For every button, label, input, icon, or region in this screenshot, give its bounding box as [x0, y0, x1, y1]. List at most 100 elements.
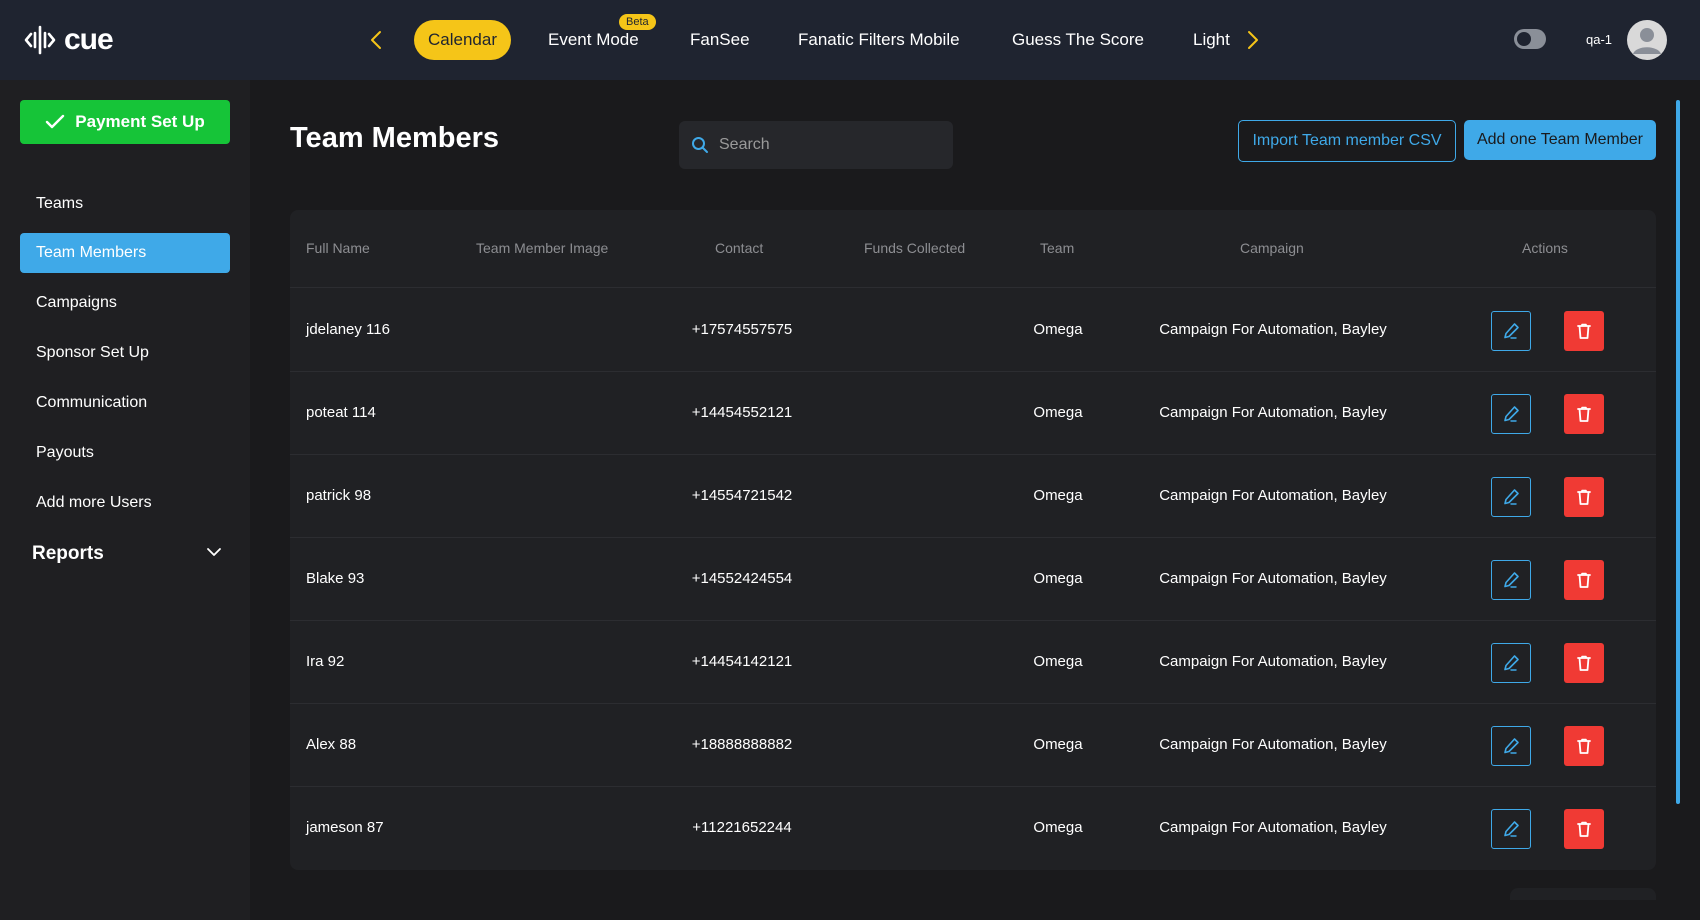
- edit-button[interactable]: [1491, 809, 1531, 849]
- sidebar-item-communication[interactable]: Communication: [20, 383, 230, 423]
- cell-campaign: Campaign For Automation, Bayley: [1159, 321, 1387, 338]
- edit-button[interactable]: [1491, 311, 1531, 351]
- table-row: patrick 98 +14554721542 Omega Campaign F…: [290, 455, 1656, 538]
- edit-pencil-icon: [1504, 572, 1519, 588]
- search-box[interactable]: [679, 121, 953, 169]
- logo-wave-icon: [24, 25, 56, 55]
- table-row: Blake 93 +14552424554 Omega Campaign For…: [290, 538, 1656, 621]
- app-logo[interactable]: cue: [24, 20, 114, 60]
- column-header-image: Team Member Image: [476, 240, 609, 256]
- cell-full-name: Ira 92: [306, 653, 345, 670]
- cell-full-name: poteat 114: [306, 404, 376, 421]
- table-row: poteat 114 +14454552121 Omega Campaign F…: [290, 372, 1656, 455]
- edit-button[interactable]: [1491, 560, 1531, 600]
- edit-button[interactable]: [1491, 394, 1531, 434]
- edit-button[interactable]: [1491, 726, 1531, 766]
- tab-fansee[interactable]: FanSee: [690, 20, 750, 60]
- pagination-stub: [1510, 888, 1656, 900]
- column-header-campaign: Campaign: [1240, 240, 1304, 256]
- payment-set-up-button[interactable]: Payment Set Up: [20, 100, 230, 144]
- payment-set-up-label: Payment Set Up: [75, 112, 205, 131]
- column-header-full-name: Full Name: [306, 240, 370, 256]
- cell-team: Omega: [1033, 321, 1083, 338]
- chevron-right-icon[interactable]: [1239, 26, 1267, 54]
- search-input[interactable]: [719, 136, 939, 154]
- cell-team: Omega: [1033, 653, 1083, 670]
- sidebar-item-team-members[interactable]: Team Members: [20, 233, 230, 273]
- trash-icon: [1577, 738, 1591, 754]
- tab-guess-the-score[interactable]: Guess The Score: [1012, 20, 1144, 60]
- column-header-funds: Funds Collected: [864, 240, 966, 256]
- reports-label: Reports: [32, 543, 104, 564]
- edit-button[interactable]: [1491, 477, 1531, 517]
- edit-pencil-icon: [1504, 821, 1519, 837]
- delete-button[interactable]: [1564, 726, 1604, 766]
- cell-campaign: Campaign For Automation, Bayley: [1159, 404, 1387, 421]
- cell-full-name: Alex 88: [306, 736, 357, 753]
- delete-button[interactable]: [1564, 477, 1604, 517]
- tab-calendar[interactable]: Calendar: [414, 20, 511, 60]
- user-name: qa-1: [1586, 32, 1613, 47]
- edit-pencil-icon: [1504, 323, 1519, 339]
- tab-light[interactable]: Light: [1193, 20, 1231, 60]
- trash-icon: [1577, 323, 1591, 339]
- table-row: Ira 92 +14454142121 Omega Campaign For A…: [290, 621, 1656, 704]
- logo-text: cue: [64, 23, 114, 56]
- delete-button[interactable]: [1564, 643, 1604, 683]
- trash-icon: [1577, 406, 1591, 422]
- table-row: jameson 87 +11221652244 Omega Campaign F…: [290, 787, 1656, 870]
- edit-pencil-icon: [1504, 655, 1519, 671]
- trash-icon: [1577, 821, 1591, 837]
- delete-button[interactable]: [1564, 560, 1604, 600]
- cell-team: Omega: [1033, 819, 1083, 836]
- beta-badge: Beta: [619, 14, 656, 30]
- cell-contact: +14454552121: [691, 404, 793, 421]
- tab-fanatic-filters-mobile[interactable]: Fanatic Filters Mobile: [798, 20, 960, 60]
- cell-campaign: Campaign For Automation, Bayley: [1159, 487, 1387, 504]
- cell-team: Omega: [1033, 570, 1083, 587]
- cell-full-name: Blake 93: [306, 570, 365, 587]
- cell-team: Omega: [1033, 404, 1083, 421]
- column-header-team: Team: [1040, 240, 1075, 256]
- cell-contact: +14554721542: [691, 487, 793, 504]
- edit-pencil-icon: [1504, 738, 1519, 754]
- delete-button[interactable]: [1564, 394, 1604, 434]
- cell-full-name: jdelaney 116: [306, 321, 390, 338]
- cell-full-name: patrick 98: [306, 487, 372, 504]
- cell-team: Omega: [1033, 487, 1083, 504]
- delete-button[interactable]: [1564, 809, 1604, 849]
- cell-campaign: Campaign For Automation, Bayley: [1159, 570, 1387, 587]
- sidebar-reports-toggle[interactable]: Reports: [32, 543, 222, 565]
- table-row: jdelaney 116 +17574557575 Omega Campaign…: [290, 289, 1656, 372]
- edit-pencil-icon: [1504, 406, 1519, 422]
- cell-contact: +11221652244: [692, 819, 792, 836]
- chevron-left-icon[interactable]: [362, 26, 390, 54]
- top-navigation-bar: cue Calendar Event Mode Beta FanSee Fana…: [0, 0, 1700, 80]
- cell-contact: +14454142121: [691, 653, 793, 670]
- cell-contact: +18888888882: [691, 736, 793, 753]
- cell-campaign: Campaign For Automation, Bayley: [1159, 736, 1387, 753]
- cell-campaign: Campaign For Automation, Bayley: [1159, 653, 1387, 670]
- sidebar-item-payouts[interactable]: Payouts: [20, 433, 230, 473]
- scrollbar[interactable]: [1676, 100, 1680, 804]
- sidebar-item-add-more-users[interactable]: Add more Users: [20, 483, 230, 523]
- delete-button[interactable]: [1564, 311, 1604, 351]
- cell-contact: +14552424554: [691, 570, 793, 587]
- trash-icon: [1577, 489, 1591, 505]
- search-icon: [692, 137, 708, 153]
- import-csv-button[interactable]: Import Team member CSV: [1238, 120, 1456, 162]
- trash-icon: [1577, 655, 1591, 671]
- sidebar-item-sponsor-set-up[interactable]: Sponsor Set Up: [20, 333, 230, 373]
- cell-campaign: Campaign For Automation, Bayley: [1159, 819, 1387, 836]
- sidebar-item-teams[interactable]: Teams: [20, 184, 230, 224]
- user-avatar-icon[interactable]: [1627, 20, 1667, 60]
- sidebar-item-campaigns[interactable]: Campaigns: [20, 283, 230, 323]
- cell-full-name: jameson 87: [306, 819, 384, 836]
- sidebar: Payment Set Up Teams Team Members Campai…: [0, 80, 250, 920]
- table-header: Full Name Team Member Image Contact Fund…: [290, 210, 1656, 288]
- theme-toggle-icon[interactable]: [1514, 29, 1546, 49]
- edit-button[interactable]: [1491, 643, 1531, 683]
- add-team-member-button[interactable]: Add one Team Member: [1464, 120, 1656, 160]
- cell-team: Omega: [1033, 736, 1083, 753]
- team-members-table: Full Name Team Member Image Contact Fund…: [290, 210, 1656, 870]
